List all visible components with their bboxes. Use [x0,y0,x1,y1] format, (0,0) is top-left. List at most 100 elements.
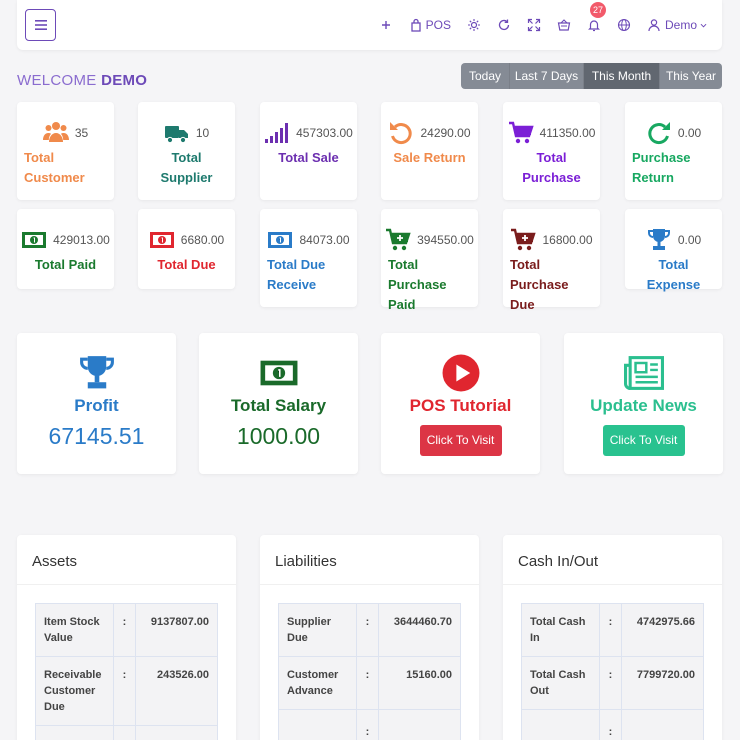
row-label: Item Stock Value [35,603,114,657]
row-label [278,709,357,740]
divider [260,584,479,585]
row-label [521,709,600,740]
stat-value: 0.00 [677,126,702,140]
user-menu[interactable]: Demo [647,15,708,35]
row-value: 15160.00 [378,656,461,710]
expand-icon [527,18,541,32]
row-separator: : [599,709,622,740]
range-this-month-button[interactable]: This Month [584,63,660,89]
range-this-year-button[interactable]: This Year [660,63,722,89]
stat-card-sale-return[interactable]: 24290.00 Sale Return [381,102,478,200]
row-value [378,709,461,740]
newspaper-icon [623,356,664,390]
table-row: Total Cash In : 4742975.66 [521,603,704,657]
date-range-selector: Today Last 7 Days This Month This Year [461,63,722,89]
assets-panel: Assets Item Stock Value : 9137807.00 Rec… [17,535,236,740]
stat-value: 0.00 [677,233,702,247]
stat-value: 411350.00 [539,126,596,140]
stat-card-total-supplier[interactable]: 10 Total Supplier [138,102,235,200]
panel-title: Assets [32,553,78,570]
menu-toggle-button[interactable] [25,9,56,41]
stat-card-total-due-receive[interactable]: 84073.00 Total Due Receive [260,209,357,307]
stat-card-total-due[interactable]: 6680.00 Total Due [138,209,235,289]
stat-label: Purchase Return [632,150,691,185]
stat-card-total-purchase[interactable]: 411350.00 Total Purchase [503,102,600,200]
stat-label: Total Purchase Paid [388,257,447,312]
stat-value: 84073.00 [299,233,350,247]
cart-plus-icon [386,228,411,251]
globe-icon [617,18,631,32]
profit-card: Profit 67145.51 [17,333,176,474]
trophy-icon [647,229,670,250]
money-icon [268,232,293,248]
stat-card-total-customer[interactable]: 35 Total Customer [17,102,114,200]
stat-value: 35 [74,126,89,140]
update-news-visit-button[interactable]: Click To Visit [602,425,685,456]
pos-button[interactable]: POS [409,15,451,35]
liabilities-table: Supplier Due : 3644460.70 Customer Advan… [278,603,461,740]
notifications-button[interactable]: 27 [587,2,606,35]
trophy-icon [79,356,114,389]
row-separator: : [599,656,622,710]
stat-value: 429013.00 [53,233,110,247]
add-button[interactable] [379,15,393,35]
welcome-heading: WELCOME DEMO [17,72,147,89]
table-row: Supplier Due : 3644460.70 [278,603,461,657]
stat-value: 6680.00 [180,233,225,247]
row-label: Receivable Customer Due [35,656,114,726]
stat-card-total-purchase-due[interactable]: 16800.00 Total Purchase Due [503,209,600,312]
hamburger-icon [34,20,47,30]
stat-card-total-purchase-paid[interactable]: 394550.00 Total Purchase Paid [381,209,478,312]
update-news-card: Update News Click To Visit [564,333,723,474]
money-icon [260,360,297,386]
plus-icon [381,21,390,29]
bell-icon [588,20,600,32]
stat-label: Total Customer [24,150,85,185]
salary-card: Total Salary 1000.00 [199,333,358,474]
table-row: Total Cash Out : 7799720.00 [521,656,704,710]
row-label: Supplier Due [278,603,357,657]
divider [17,584,236,585]
profit-title: Profit [74,396,119,415]
stat-label: Total Due Receive [267,257,326,292]
table-row: : [521,709,704,740]
row-separator [113,725,136,740]
salary-title: Total Salary [230,396,327,415]
row-value: 243526.00 [135,656,218,726]
table-row: : [278,709,461,740]
notification-badge: 27 [589,2,606,18]
stat-card-total-paid[interactable]: 429013.00 Total Paid [17,209,114,289]
basket-button[interactable] [557,15,571,35]
basket-icon [557,19,571,31]
stat-value: 457303.00 [296,126,353,140]
top-navbar: POS 27 Demo [17,0,722,50]
row-value: 4742975.66 [621,603,704,657]
row-label: Customer Advance [278,656,357,710]
row-separator: : [599,603,622,657]
stat-value: 394550.00 [417,233,474,247]
theme-toggle-button[interactable] [467,15,481,35]
fullscreen-button[interactable] [527,15,541,35]
row-separator: : [356,656,379,710]
stat-value: 16800.00 [542,233,593,247]
welcome-user: DEMO [101,72,148,89]
stat-card-purchase-return[interactable]: 0.00 Purchase Return [625,102,722,200]
range-last-7-days-button[interactable]: Last 7 Days [510,63,584,89]
sun-icon [467,19,480,31]
pos-tutorial-card: POS Tutorial Click To Visit [381,333,540,474]
stat-value: 24290.00 [420,126,471,140]
table-row: Item Stock Value : 9137807.00 [35,603,218,657]
row-label: Total Cash In [521,603,600,657]
cart-plus-icon [511,228,537,251]
money-icon [149,232,174,248]
row-separator: : [356,709,379,740]
stat-card-total-sale[interactable]: 457303.00 Total Sale [260,102,357,200]
pos-label: POS [425,18,451,32]
stat-label: Total Purchase [522,150,581,185]
table-row: Customer Advance : 15160.00 [278,656,461,710]
range-today-button[interactable]: Today [461,63,510,89]
refresh-button[interactable] [497,15,511,35]
stat-card-total-expense[interactable]: 0.00 Total Expense [625,209,722,292]
pos-tutorial-visit-button[interactable]: Click To Visit [419,425,502,456]
language-button[interactable] [617,15,631,35]
